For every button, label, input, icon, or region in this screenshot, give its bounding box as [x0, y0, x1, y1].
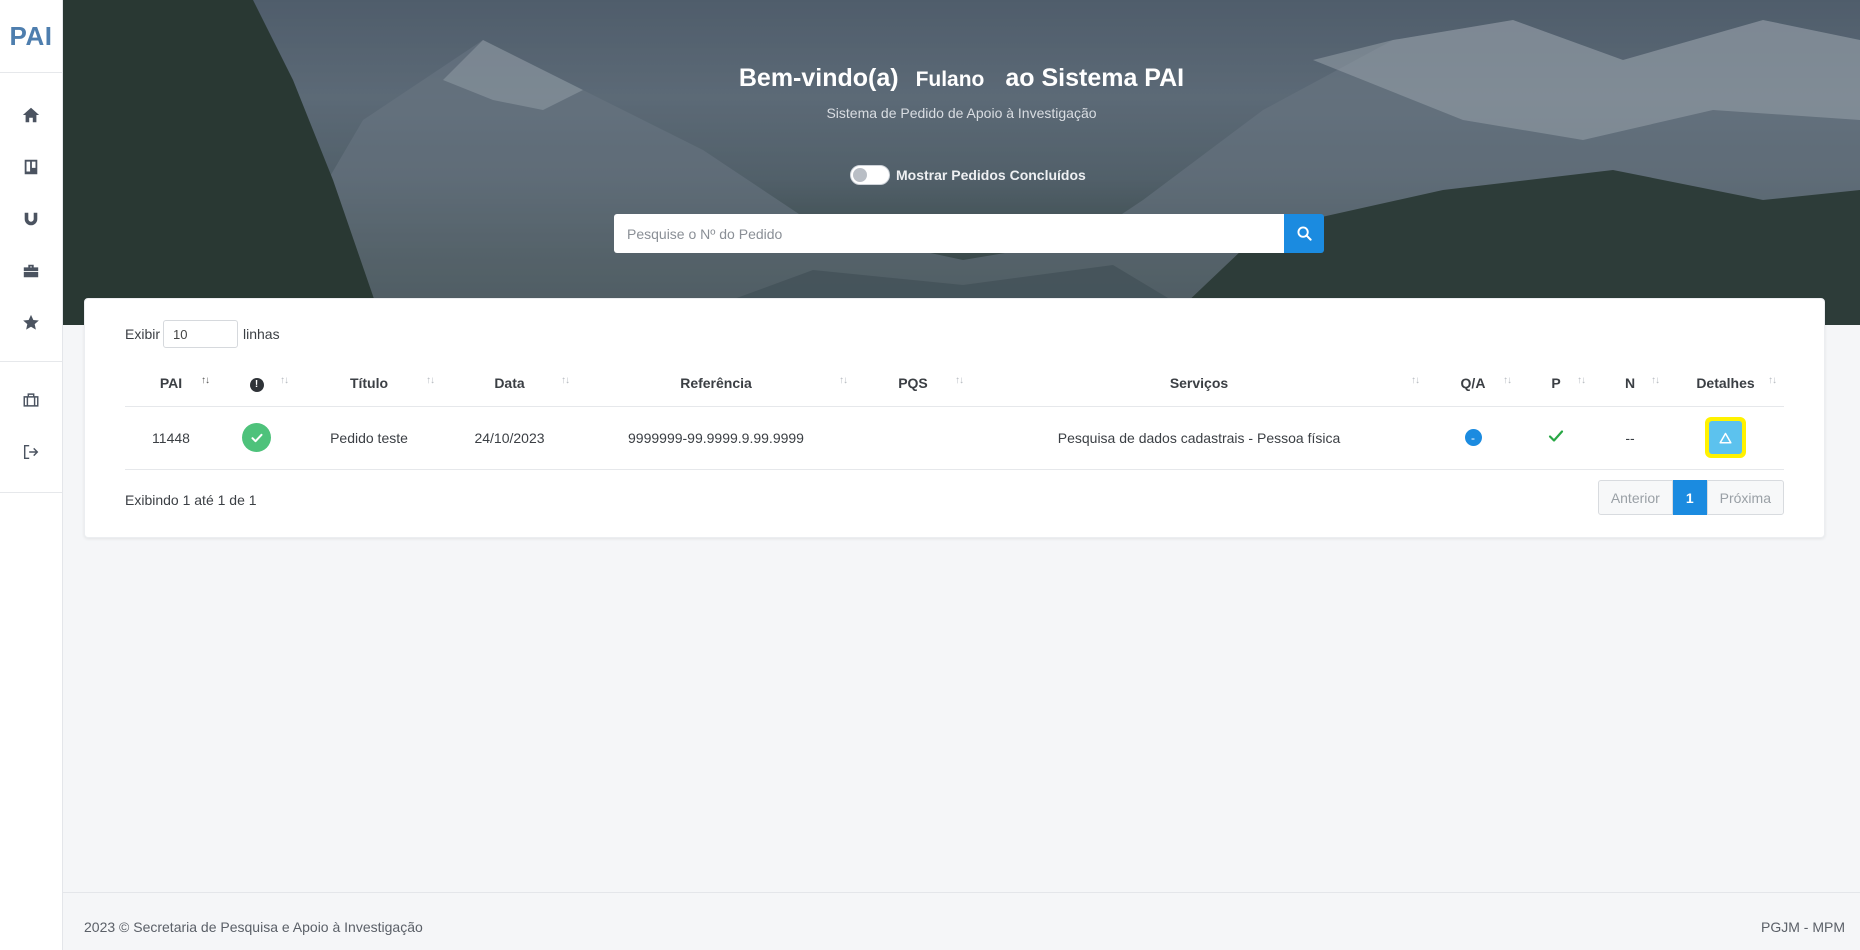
col-n[interactable]: N ↑↓: [1593, 360, 1667, 407]
search-button[interactable]: [1284, 214, 1324, 253]
page-footer: 2023 © Secretaria de Pesquisa e Apoio à …: [63, 892, 1860, 950]
cell-data: 24/10/2023: [442, 406, 577, 470]
col-qa[interactable]: Q/A ↑↓: [1427, 360, 1519, 407]
cell-n: --: [1593, 406, 1667, 470]
alert-icon: !: [249, 377, 264, 392]
show-completed-label: Mostrar Pedidos Concluídos: [896, 167, 1086, 183]
cell-titulo: Pedido teste: [296, 406, 442, 470]
rows-label: linhas: [243, 326, 280, 342]
pagination-previous[interactable]: Anterior: [1597, 480, 1673, 515]
board-icon: [24, 159, 38, 175]
sort-icon[interactable]: ↑↓: [426, 375, 435, 386]
mountain-background-image: [63, 0, 1860, 325]
col-status[interactable]: ! ↑↓: [217, 360, 296, 407]
logout-icon: [23, 444, 39, 460]
sort-icon[interactable]: ↑↓: [839, 375, 848, 386]
hero-banner: Bem-vindo(a) Fulano ao Sistema PAI Siste…: [63, 0, 1860, 325]
triangle-icon: [1719, 432, 1732, 444]
user-name: Fulano: [915, 68, 985, 91]
col-pai[interactable]: PAI ↑↓: [125, 360, 217, 407]
sidebar-nav-secondary: [0, 362, 62, 493]
sidebar-item-logout[interactable]: [0, 426, 62, 478]
details-button-highlight[interactable]: [1705, 417, 1746, 458]
footer-copyright: 2023 © Secretaria de Pesquisa e Apoio à …: [84, 919, 423, 935]
sort-icon[interactable]: ↑↓: [1768, 375, 1777, 386]
sidebar-nav-primary: [0, 73, 62, 362]
sidebar-item-briefcase[interactable]: [0, 245, 62, 297]
welcome-suffix: ao Sistema PAI: [1005, 64, 1185, 92]
search-bar: [614, 214, 1324, 253]
sort-icon[interactable]: ↑↓: [1651, 375, 1660, 386]
requests-table: PAI ↑↓ ! ↑↓ Título ↑↓ Data ↑↓ Referência ↑↓ P…: [125, 360, 1784, 470]
sidebar: PAI: [0, 0, 63, 950]
sidebar-item-suitcase[interactable]: [0, 374, 62, 426]
cell-qa: -: [1427, 406, 1519, 470]
search-icon: [1296, 226, 1312, 241]
col-titulo[interactable]: Título ↑↓: [296, 360, 442, 407]
col-data[interactable]: Data ↑↓: [442, 360, 577, 407]
cell-pqs: [855, 406, 971, 470]
sort-icon[interactable]: ↑↓: [1577, 375, 1586, 386]
col-pqs[interactable]: PQS ↑↓: [855, 360, 971, 407]
cell-referencia: 9999999-99.9999.9.99.9999: [577, 406, 855, 470]
sidebar-item-star[interactable]: [0, 297, 62, 349]
search-input[interactable]: [614, 214, 1284, 253]
col-detalhes[interactable]: Detalhes ↑↓: [1667, 360, 1784, 407]
cell-p: [1519, 406, 1593, 470]
cell-detalhes: [1667, 406, 1784, 470]
magnet-icon: [24, 212, 38, 226]
welcome-title: Bem-vindo(a) Fulano ao Sistema PAI: [63, 64, 1860, 93]
home-icon: [22, 107, 40, 123]
table-header-row: PAI ↑↓ ! ↑↓ Título ↑↓ Data ↑↓ Referência ↑↓ P…: [125, 360, 1784, 407]
system-subtitle: Sistema de Pedido de Apoio à Investigaçã…: [826, 105, 1097, 121]
star-icon: [23, 314, 39, 330]
sort-icon[interactable]: ↑↓: [201, 375, 210, 386]
pagination-page-1[interactable]: 1: [1672, 480, 1707, 515]
details-button[interactable]: [1709, 421, 1742, 454]
footer-org: PGJM - MPM: [1761, 919, 1845, 935]
sort-icon[interactable]: ↑↓: [1503, 375, 1512, 386]
qa-badge[interactable]: -: [1464, 429, 1482, 447]
page-length-control: Exibir linhas: [125, 320, 280, 348]
show-completed-toggle-row: Mostrar Pedidos Concluídos: [850, 165, 1086, 185]
show-label: Exibir: [125, 326, 161, 342]
sort-icon[interactable]: ↑↓: [280, 375, 289, 386]
show-completed-toggle[interactable]: [850, 165, 890, 185]
sort-icon[interactable]: ↑↓: [561, 375, 570, 386]
pagination: Anterior 1 Próxima: [1597, 480, 1784, 515]
cell-servicos: Pesquisa de dados cadastrais - Pessoa fí…: [971, 406, 1427, 470]
brand-logo[interactable]: PAI: [0, 0, 62, 73]
pagination-next[interactable]: Próxima: [1706, 480, 1784, 515]
page-length-input[interactable]: [163, 320, 239, 348]
table-info: Exibindo 1 até 1 de 1: [125, 492, 257, 508]
sidebar-item-board[interactable]: [0, 141, 62, 193]
cell-status: [217, 406, 296, 470]
sidebar-item-magnet[interactable]: [0, 193, 62, 245]
sort-icon[interactable]: ↑↓: [1411, 375, 1420, 386]
col-servicos[interactable]: Serviços ↑↓: [971, 360, 1427, 407]
sort-icon[interactable]: ↑↓: [955, 375, 964, 386]
briefcase-icon: [23, 264, 39, 278]
col-referencia[interactable]: Referência ↑↓: [577, 360, 855, 407]
table-row: 11448 Pedido teste 24/10/2023 9999999-99…: [125, 406, 1784, 470]
status-check-icon: [242, 423, 271, 452]
suitcase-icon: [23, 393, 39, 407]
welcome-greeting: Bem-vindo(a): [738, 64, 899, 92]
toggle-knob: [853, 168, 867, 182]
sidebar-item-home[interactable]: [0, 89, 62, 141]
p-check-icon: [1548, 430, 1564, 442]
requests-card: Exibir linhas PAI↑↓ ! ↑↓ Título↑↓ Data↑↓ …: [84, 298, 1825, 538]
cell-pai: 11448: [125, 406, 217, 470]
col-p[interactable]: P ↑↓: [1519, 360, 1593, 407]
